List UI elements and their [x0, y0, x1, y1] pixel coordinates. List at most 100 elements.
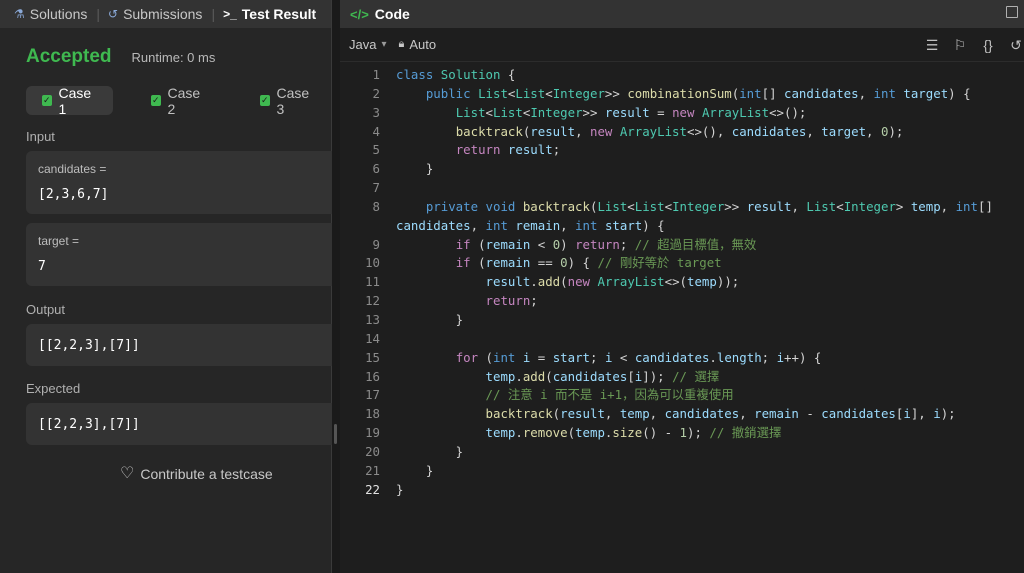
panel-resize-handle[interactable]	[334, 424, 337, 444]
language-select[interactable]: Java ▾	[349, 37, 387, 52]
line-number: 7	[372, 180, 380, 196]
result-status-row: Accepted Runtime: 0 ms	[26, 46, 215, 68]
code-line[interactable]: 12 return;	[340, 292, 1024, 311]
code-line[interactable]: 5 return result;	[340, 141, 1024, 160]
expand-icon[interactable]	[1006, 6, 1018, 18]
tab-test-result[interactable]: >_ Test Result	[223, 6, 316, 22]
code-text: result.add(new ArrayList<>(temp));	[485, 274, 740, 290]
auto-mode[interactable]: 🔒︎ Auto	[399, 37, 437, 52]
code-line[interactable]: 14	[340, 330, 1024, 349]
code-text: candidates, int remain, int start) {	[396, 217, 665, 233]
line-number: 8	[372, 198, 380, 214]
case-label: Case 1	[58, 84, 92, 117]
candidates-value: [2,3,6,7]	[38, 187, 109, 202]
line-number: 5	[372, 142, 380, 158]
code-line[interactable]: 4 backtrack(result, new ArrayList<>(), c…	[340, 123, 1024, 142]
line-number: 19	[365, 425, 380, 441]
code-line[interactable]: 3 List<List<Integer>> result = new Array…	[340, 104, 1024, 123]
code-line[interactable]: 9 if (remain < 0) return; // 超過目標值，無效	[340, 236, 1024, 255]
code-line[interactable]: 7	[340, 179, 1024, 198]
expected-box: [[2,2,3],[7]]	[26, 403, 332, 445]
code-line-wrap[interactable]: candidates, int remain, int start) {	[340, 217, 1024, 236]
candidates-label: candidates =	[38, 162, 107, 176]
line-number: 4	[372, 123, 380, 139]
target-box: target = 7	[26, 223, 332, 286]
code-tab[interactable]: </> Code	[340, 0, 1024, 28]
line-number: 22	[365, 481, 380, 497]
line-number: 9	[372, 236, 380, 252]
input-heading: Input	[26, 129, 55, 144]
case-tab-2[interactable]: ✓ Case 2	[135, 84, 222, 117]
code-text: public List<List<Integer>> combinationSu…	[425, 85, 971, 101]
code-text: }	[396, 311, 464, 327]
code-text: temp.add(candidates[i]); // 選擇	[485, 368, 720, 384]
status-accepted: Accepted	[26, 46, 112, 67]
code-line[interactable]: 22}	[340, 481, 1024, 500]
output-box: [[2,2,3],[7]]	[26, 324, 332, 366]
line-number: 10	[365, 255, 380, 271]
line-number: 14	[365, 330, 380, 346]
language-label: Java	[349, 37, 377, 52]
code-line[interactable]: 19 temp.remove(temp.size() - 1); // 撤銷選擇	[340, 424, 1024, 443]
line-number: 11	[365, 274, 380, 290]
case-tab-3[interactable]: ✓ Case 3	[244, 85, 331, 117]
tab-divider: |	[211, 6, 216, 22]
line-number: 17	[365, 387, 380, 403]
check-icon: ✓	[151, 95, 161, 106]
code-line[interactable]: 6 }	[340, 160, 1024, 179]
code-line[interactable]: 13 }	[340, 311, 1024, 330]
format-icon[interactable]: ☰	[924, 37, 940, 54]
line-number: 16	[365, 368, 380, 384]
code-text: }	[396, 443, 464, 459]
code-line[interactable]: 2 public List<List<Integer>> combination…	[340, 85, 1024, 104]
case-label: Case 2	[167, 84, 201, 117]
tab-solutions-label: Solutions	[29, 6, 88, 22]
code-text: backtrack(result, temp, candidates, rema…	[485, 406, 956, 422]
case-tabs: ✓ Case 1 ✓ Case 2 ✓ Case 3	[26, 84, 331, 117]
line-number: 13	[365, 311, 380, 327]
contribute-testcase-button[interactable]: ♡ Contribute a testcase	[120, 466, 273, 483]
auto-label: Auto	[409, 37, 437, 52]
code-line[interactable]: 18 backtrack(result, temp, candidates, r…	[340, 405, 1024, 424]
editor-toolbar: Java ▾ 🔒︎ Auto ☰ ⚐ {} ↺	[340, 28, 1024, 62]
code-line[interactable]: 17 // 注意 i 而不是 i+1，因為可以重複使用	[340, 386, 1024, 405]
code-editor[interactable]: 1 class Solution {2 public List<List<Inte…	[340, 66, 1024, 499]
line-number: 6	[372, 161, 380, 177]
target-label: target =	[38, 234, 80, 248]
code-line[interactable]: 20 }	[340, 443, 1024, 462]
line-number: 15	[365, 349, 380, 365]
code-text: }	[396, 481, 404, 497]
bookmark-icon[interactable]: ⚐	[952, 37, 968, 54]
code-text: for (int i = start; i < candidates.lengt…	[455, 349, 822, 365]
code-line[interactable]: 8 private void backtrack(List<List<Integ…	[340, 198, 1024, 217]
line-number: 18	[365, 406, 380, 422]
reset-icon[interactable]: ↺	[1008, 37, 1024, 54]
code-text: }	[396, 161, 434, 177]
code-line[interactable]: 11 result.add(new ArrayList<>(temp));	[340, 273, 1024, 292]
code-text: temp.remove(temp.size() - 1); // 撤銷選擇	[485, 425, 782, 441]
line-number: 21	[365, 462, 380, 478]
code-line[interactable]: 1 class Solution {	[340, 66, 1024, 85]
test-result-panel: ⚗ Solutions | ↺ Submissions | >_ Test Re…	[0, 0, 332, 573]
code-line[interactable]: 16 temp.add(candidates[i]); // 選擇	[340, 368, 1024, 387]
code-text: }	[396, 462, 434, 478]
braces-icon[interactable]: {}	[980, 37, 996, 53]
contribute-label: Contribute a testcase	[140, 466, 273, 482]
code-tab-label: Code	[374, 6, 410, 22]
lock-icon: 🔒︎	[398, 38, 405, 50]
case-tab-1[interactable]: ✓ Case 1	[26, 84, 113, 117]
code-text: private void backtrack(List<List<Integer…	[425, 198, 993, 214]
tab-submissions-label: Submissions	[123, 6, 203, 22]
editor-tools: ☰ ⚐ {} ↺	[924, 28, 1024, 62]
code-line[interactable]: 10 if (remain == 0) { // 剛好等於 target	[340, 254, 1024, 273]
tab-solutions[interactable]: ⚗ Solutions |	[14, 6, 100, 22]
check-icon: ✓	[42, 95, 52, 106]
code-icon: </>	[350, 6, 369, 22]
line-number: 1	[372, 67, 380, 82]
runtime-text: Runtime: 0 ms	[131, 50, 216, 65]
tab-submissions[interactable]: ↺ Submissions |	[108, 6, 215, 22]
code-text: if (remain == 0) { // 剛好等於 target	[455, 255, 722, 271]
candidates-box: candidates = [2,3,6,7]	[26, 151, 332, 214]
code-line[interactable]: 21 }	[340, 462, 1024, 481]
code-line[interactable]: 15 for (int i = start; i < candidates.le…	[340, 349, 1024, 368]
